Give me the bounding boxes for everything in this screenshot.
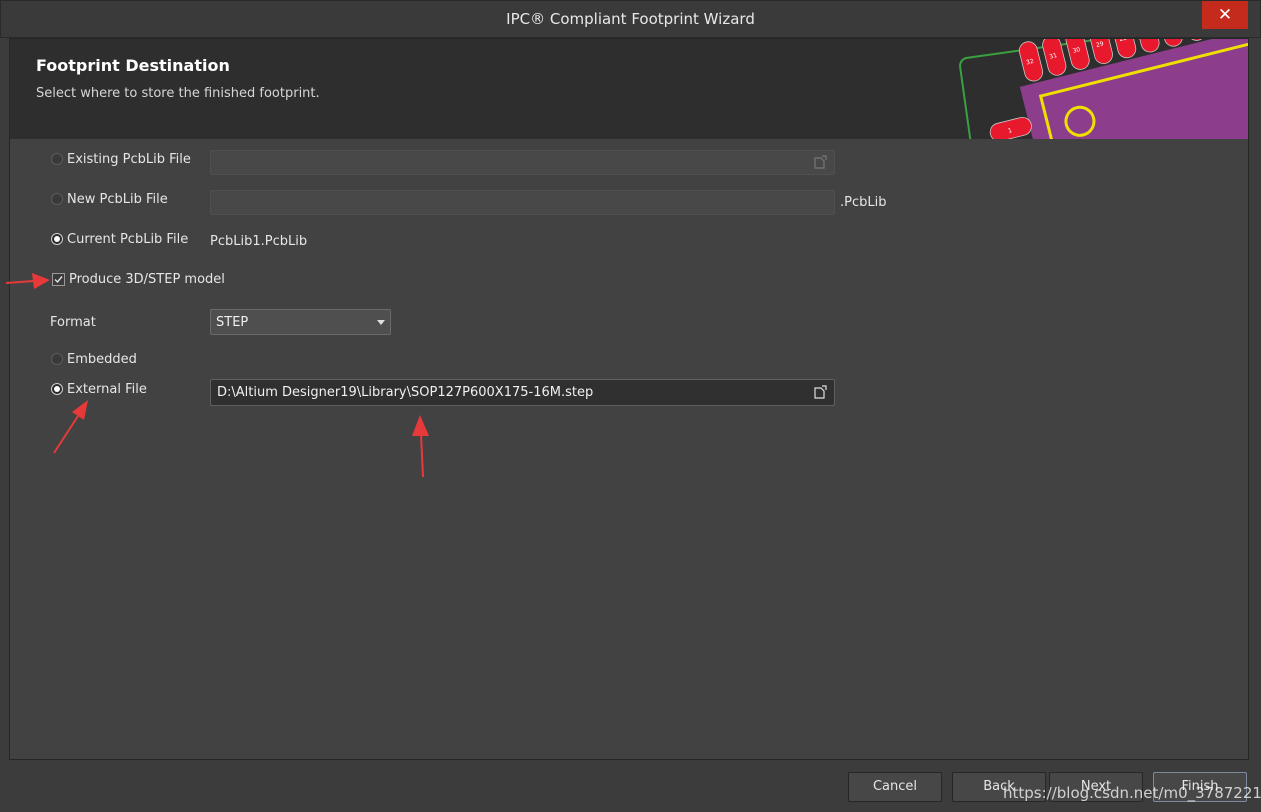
embedded-radio[interactable] [51, 353, 63, 365]
window-titlebar: IPC® Compliant Footprint Wizard [0, 0, 1261, 38]
external-file-path-field[interactable]: D:\Altium Designer19\Library\SOP127P600X… [210, 379, 835, 406]
checkmark-icon [54, 276, 63, 284]
format-select-value: STEP [216, 315, 249, 330]
format-label: Format [50, 315, 96, 330]
close-button[interactable]: ✕ [1202, 1, 1248, 29]
embedded-label: Embedded [67, 352, 137, 367]
page-subtitle: Select where to store the finished footp… [36, 86, 320, 101]
produce-3d-label: Produce 3D/STEP model [69, 272, 225, 287]
window-title: IPC® Compliant Footprint Wizard [506, 10, 755, 28]
browse-file-icon[interactable] [812, 155, 828, 171]
pcblib-extension-label: .PcbLib [840, 195, 887, 210]
external-file-label: External File [67, 382, 147, 397]
browse-file-icon[interactable] [812, 385, 828, 401]
new-pcblib-radio[interactable] [51, 193, 63, 205]
format-select[interactable]: STEP [210, 309, 391, 335]
new-pcblib-label: New PcbLib File [67, 192, 168, 207]
external-file-radio[interactable] [51, 383, 63, 395]
current-pcblib-value: PcbLib1.PcbLib [210, 234, 308, 249]
existing-pcblib-label: Existing PcbLib File [67, 152, 191, 167]
current-pcblib-radio[interactable] [51, 233, 63, 245]
existing-pcblib-radio[interactable] [51, 153, 63, 165]
external-file-path-value: D:\Altium Designer19\Library\SOP127P600X… [217, 385, 594, 400]
cancel-button[interactable]: Cancel [848, 772, 942, 802]
existing-pcblib-field[interactable] [210, 150, 835, 175]
wizard-header: Footprint Destination Select where to st… [10, 39, 1248, 139]
watermark-text: https://blog.csdn.net/m0_37872216 [1003, 784, 1261, 802]
current-pcblib-label: Current PcbLib File [67, 232, 189, 247]
pcb-footprint-illustration: 32 31 30 29 28 27 26 25 1 [959, 39, 1248, 139]
new-pcblib-field[interactable] [210, 190, 835, 215]
chevron-down-icon [377, 320, 385, 325]
produce-3d-checkbox[interactable] [52, 273, 65, 286]
page-title: Footprint Destination [36, 56, 230, 75]
